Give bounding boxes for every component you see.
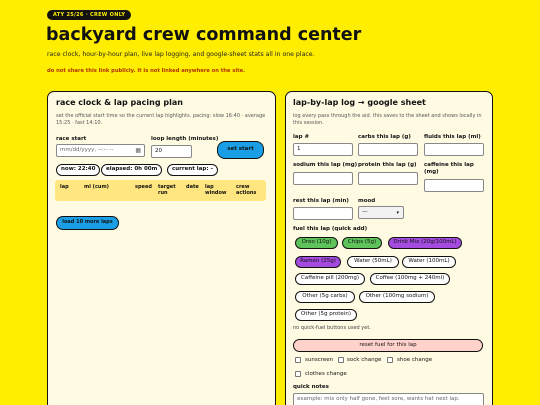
mood-label: mood <box>358 198 376 204</box>
no-fuel-text: no quick-fuel buttons used yet. <box>293 325 371 331</box>
mood-select[interactable]: — ▾ <box>358 206 404 219</box>
share-warning: do not share this link publicly. it is n… <box>47 68 246 74</box>
chip-water-100[interactable]: Water (100mL) <box>402 256 456 268</box>
protein-input[interactable] <box>358 172 418 185</box>
sunscreen-checkbox[interactable] <box>295 357 301 363</box>
chip-chips[interactable]: Chips (5g) <box>342 237 382 249</box>
load-more-laps-button[interactable]: load 10 more laps <box>56 216 119 230</box>
caffeine-input[interactable] <box>424 179 484 192</box>
sock-change-label: sock change <box>347 357 382 363</box>
chip-caffeine-pill[interactable]: Caffeine pill (200mg) <box>295 273 365 285</box>
col-lap: lap <box>60 184 69 190</box>
page-subtitle: race clock, hour-by-hour plan, live lap … <box>47 51 315 58</box>
sodium-input[interactable] <box>293 172 353 185</box>
sock-change-checkbox[interactable] <box>338 357 344 363</box>
chip-water-50[interactable]: Water (50mL) <box>347 256 399 268</box>
col-date: date <box>186 184 199 190</box>
col-lap-window: lap window <box>205 184 227 196</box>
current-lap-indicator: current lap: – <box>167 164 219 176</box>
shoe-change-checkbox[interactable] <box>387 357 393 363</box>
reset-fuel-button[interactable]: reset fuel for this lap <box>293 339 483 352</box>
fuel-label: fuel this lap (quick add) <box>293 226 368 232</box>
rest-label: rest this lap (min) <box>293 198 349 204</box>
set-start-button[interactable]: set start <box>217 141 264 159</box>
loop-length-input[interactable]: 20 <box>151 145 192 158</box>
chip-oreo[interactable]: Oreo (10g) <box>295 237 338 249</box>
caffeine-label: caffeine this lap (mg) <box>424 162 474 175</box>
carbs-input[interactable] <box>358 143 418 156</box>
lap-log-help: log every pass through the aid. this sav… <box>293 113 482 126</box>
mood-value: — <box>362 209 368 215</box>
quick-notes-label: quick notes <box>293 384 329 390</box>
fluids-input[interactable] <box>424 143 484 156</box>
chip-other-carbs[interactable]: Other (5g carbs) <box>295 291 355 303</box>
protein-label: protein this lap (g) <box>358 162 417 168</box>
lap-log-title: lap-by-lap log → google sheet <box>293 98 426 107</box>
col-mi-cum: mi (cum) <box>84 184 109 190</box>
race-start-label: race start <box>56 136 87 142</box>
carbs-label: carbs this lap (g) <box>358 134 411 140</box>
chevron-down-icon: ▾ <box>396 210 399 216</box>
col-target-run: target run <box>158 184 176 196</box>
sodium-label: sodium this lap (mg) <box>293 162 358 168</box>
sunscreen-label: sunscreen <box>305 357 334 363</box>
lap-number-label: lap # <box>293 134 310 140</box>
race-clock-help: set the official start time so the curre… <box>56 113 266 126</box>
elapsed-clock: elapsed: 0h 00m <box>101 164 163 176</box>
crew-only-badge: ATY 25/26 · CREW ONLY <box>47 10 132 20</box>
race-start-placeholder: mm/dd/yyyy, --:-- -- <box>60 147 114 153</box>
race-clock-title: race clock & lap pacing plan <box>56 98 183 107</box>
chip-drink-mix[interactable]: Drink Mix (20g/100mL) <box>388 237 462 249</box>
chip-other-sodium[interactable]: Other (100mg sodium) <box>359 291 435 303</box>
col-speed: speed <box>135 184 152 190</box>
quick-notes-input[interactable]: example: mix only half gone, feet sore, … <box>293 393 484 405</box>
col-crew-actions: crew actions <box>236 184 257 196</box>
race-start-input[interactable]: mm/dd/yyyy, --:-- -- ▦ <box>56 144 145 157</box>
calendar-icon[interactable]: ▦ <box>135 145 141 156</box>
chip-coffee[interactable]: Coffee (100mg + 240ml) <box>370 273 450 285</box>
page-title: backyard crew command center <box>46 25 362 45</box>
clothes-change-checkbox[interactable] <box>295 371 301 377</box>
loop-length-label: loop length (minutes) <box>151 136 219 142</box>
rest-input[interactable] <box>293 207 353 220</box>
fluids-label: fluids this lap (ml) <box>424 134 481 140</box>
chip-ramen[interactable]: Ramen (25g) <box>295 256 341 268</box>
clothes-change-label: clothes change <box>305 371 347 377</box>
lap-number-input[interactable]: 1 <box>293 143 353 156</box>
shoe-change-label: shoe change <box>397 357 433 363</box>
now-clock: now: 22:40 <box>56 164 101 176</box>
chip-other-protein[interactable]: Other (5g protein) <box>295 309 357 321</box>
